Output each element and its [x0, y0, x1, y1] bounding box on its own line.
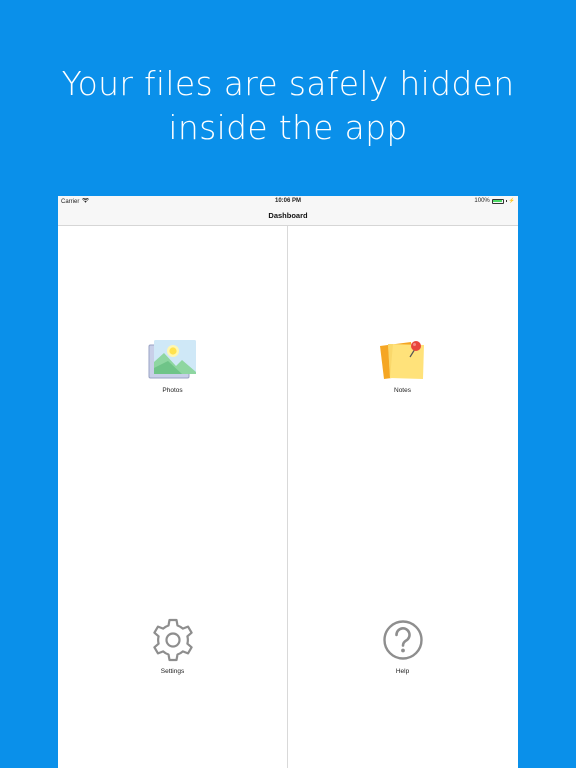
photos-icon: [148, 339, 198, 381]
battery-icon: [491, 198, 504, 204]
device-screen: Carrier 10:06 PM 100% ⚡ Dashboard Photos…: [58, 196, 518, 768]
dashboard-item-help[interactable]: Help: [288, 618, 517, 675]
headline-line-1: Your files are safely hidden: [61, 64, 515, 103]
dashboard-item-notes[interactable]: Notes: [288, 337, 517, 394]
battery-nub: [505, 200, 507, 202]
status-time: 10:06 PM: [274, 198, 301, 204]
battery-percent: 100%: [474, 198, 490, 204]
dashboard-item-label: Settings: [160, 668, 185, 675]
navigation-bar: Dashboard: [58, 207, 518, 226]
status-bar: Carrier 10:06 PM 100% ⚡: [58, 196, 518, 207]
nav-title: Dashboard: [268, 211, 308, 220]
gear-icon: [151, 618, 195, 662]
dashboard-item-settings[interactable]: Settings: [58, 618, 287, 675]
dashboard-item-label: Notes: [394, 387, 411, 394]
headline-line-2: inside the app: [168, 108, 408, 147]
dashboard-item-photos[interactable]: Photos: [58, 339, 287, 394]
notes-icon: [377, 337, 429, 381]
help-icon: [381, 618, 425, 662]
dashboard-item-label: Help: [395, 668, 410, 675]
charging-icon: ⚡: [508, 198, 515, 204]
dashboard-item-label: Photos: [162, 387, 183, 394]
grid-divider: [287, 226, 288, 768]
promo-headline: Your files are safely hidden inside the …: [0, 62, 576, 150]
